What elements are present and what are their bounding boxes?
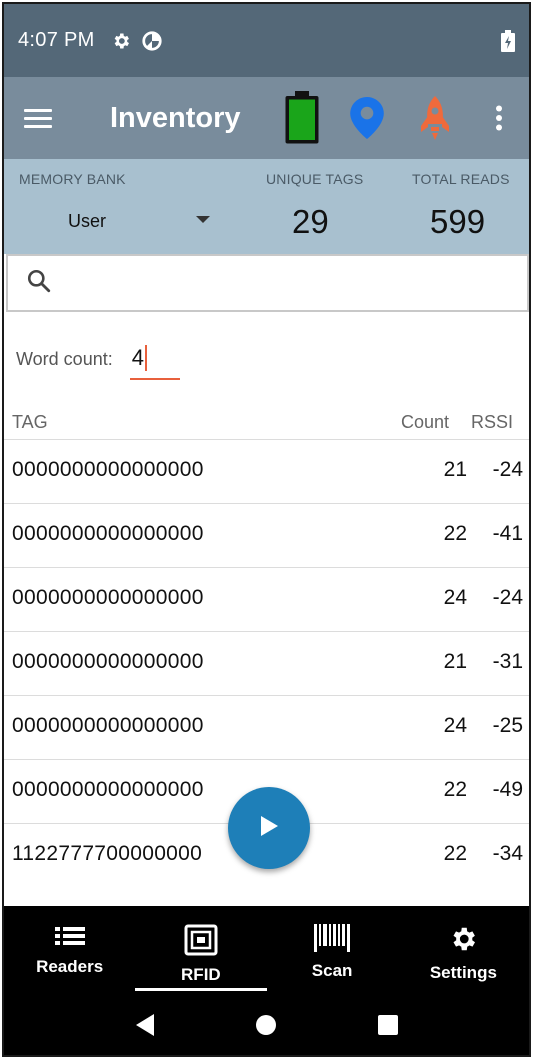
tag-rssi: -49 [492, 778, 523, 801]
tag-id: 0000000000000000 [12, 778, 204, 801]
status-bar: 4:07 PM [4, 4, 529, 77]
search-icon[interactable] [26, 268, 52, 299]
app-bar-actions [271, 77, 529, 159]
memory-bank-dropdown[interactable]: User [18, 201, 218, 241]
memory-bank-value: User [68, 210, 107, 231]
table-row[interactable]: 0000000000000000 24 -25 [4, 696, 529, 760]
search-bar [6, 254, 529, 312]
nav-label-readers: Readers [36, 957, 104, 976]
nav-label-settings: Settings [429, 963, 497, 982]
tag-rssi: -24 [492, 586, 523, 609]
table-row[interactable]: 0000000000000000 24 -24 [4, 568, 529, 632]
column-header-tag[interactable]: TAG [12, 412, 48, 433]
column-header-rssi[interactable]: RSSI [471, 412, 513, 433]
table-row[interactable]: 0000000000000000 21 -24 [4, 440, 529, 504]
table-row[interactable]: 0000000000000000 21 -31 [4, 632, 529, 696]
total-reads-label: TOTAL READS [412, 171, 510, 187]
tag-count: 21 [443, 650, 467, 673]
home-icon[interactable] [246, 1005, 286, 1045]
unique-tags-label: UNIQUE TAGS [266, 171, 364, 187]
nav-item-scan[interactable]: Scan [267, 906, 398, 991]
word-count-label: Word count: [16, 348, 113, 369]
nav-item-readers[interactable]: Readers [4, 906, 135, 991]
status-time: 4:07 PM [18, 29, 95, 51]
total-reads-value: 599 [430, 203, 486, 240]
location-pin-icon[interactable] [333, 77, 401, 159]
tag-rssi: -41 [492, 522, 523, 545]
barcode-icon [314, 924, 351, 957]
recents-icon[interactable] [368, 1005, 408, 1045]
battery-charging-icon [501, 29, 515, 52]
nav-item-settings[interactable]: Settings [398, 906, 529, 991]
unique-tags-value: 29 [292, 203, 329, 240]
tag-id: 1122777700000000 [12, 842, 203, 865]
tag-id: 0000000000000000 [12, 522, 204, 545]
tag-count: 24 [443, 586, 467, 609]
tag-rssi: -24 [492, 458, 523, 481]
table-row[interactable]: 0000000000000000 22 -41 [4, 504, 529, 568]
search-input[interactable] [62, 256, 527, 310]
tag-id: 0000000000000000 [12, 714, 204, 737]
gear-icon [448, 924, 478, 959]
back-icon[interactable] [125, 1005, 165, 1045]
start-inventory-button[interactable] [228, 787, 310, 869]
battery-full-icon[interactable] [271, 77, 333, 159]
tag-count: 22 [443, 842, 467, 865]
system-nav-bar [4, 991, 529, 1055]
tag-rssi: -25 [492, 714, 523, 737]
nav-item-rfid[interactable]: RFID [135, 906, 267, 991]
word-count-value: 4 [131, 345, 144, 370]
memory-bank-label: MEMORY BANK [19, 171, 126, 187]
word-count-row: Word count: 4 [16, 338, 180, 380]
tag-rssi: -34 [492, 842, 523, 865]
rocket-icon[interactable] [401, 77, 469, 159]
tag-count: 22 [443, 778, 467, 801]
nav-label-rfid: RFID [181, 965, 221, 984]
menu-icon[interactable] [4, 77, 64, 159]
data-saver-icon [141, 30, 163, 52]
rfid-icon [184, 924, 218, 961]
play-icon [258, 814, 280, 843]
tag-id: 0000000000000000 [12, 650, 204, 673]
list-icon [54, 924, 85, 953]
text-caret [144, 345, 147, 371]
chevron-down-icon [196, 216, 210, 223]
tag-count: 21 [443, 458, 467, 481]
tag-count: 24 [443, 714, 467, 737]
app-bar: Inventory [4, 77, 529, 159]
page-title: Inventory [110, 101, 241, 134]
bottom-nav: Readers RFID Scan Settings [4, 906, 529, 991]
nav-label-scan: Scan [311, 961, 353, 980]
inventory-stats: MEMORY BANK User UNIQUE TAGS 29 TOTAL RE… [4, 159, 529, 254]
tag-rssi: -31 [492, 650, 523, 673]
tag-id: 0000000000000000 [12, 458, 204, 481]
column-header-count[interactable]: Count [401, 412, 449, 433]
tag-id: 0000000000000000 [12, 586, 204, 609]
more-vert-icon[interactable] [469, 77, 529, 159]
gear-icon [111, 31, 131, 51]
table-header: TAG Count RSSI [4, 402, 529, 440]
word-count-input[interactable]: 4 [129, 338, 180, 380]
tag-count: 22 [443, 522, 467, 545]
device-screen: 4:07 PM Inventory MEMORY BANK User UNIQU… [2, 2, 531, 1057]
